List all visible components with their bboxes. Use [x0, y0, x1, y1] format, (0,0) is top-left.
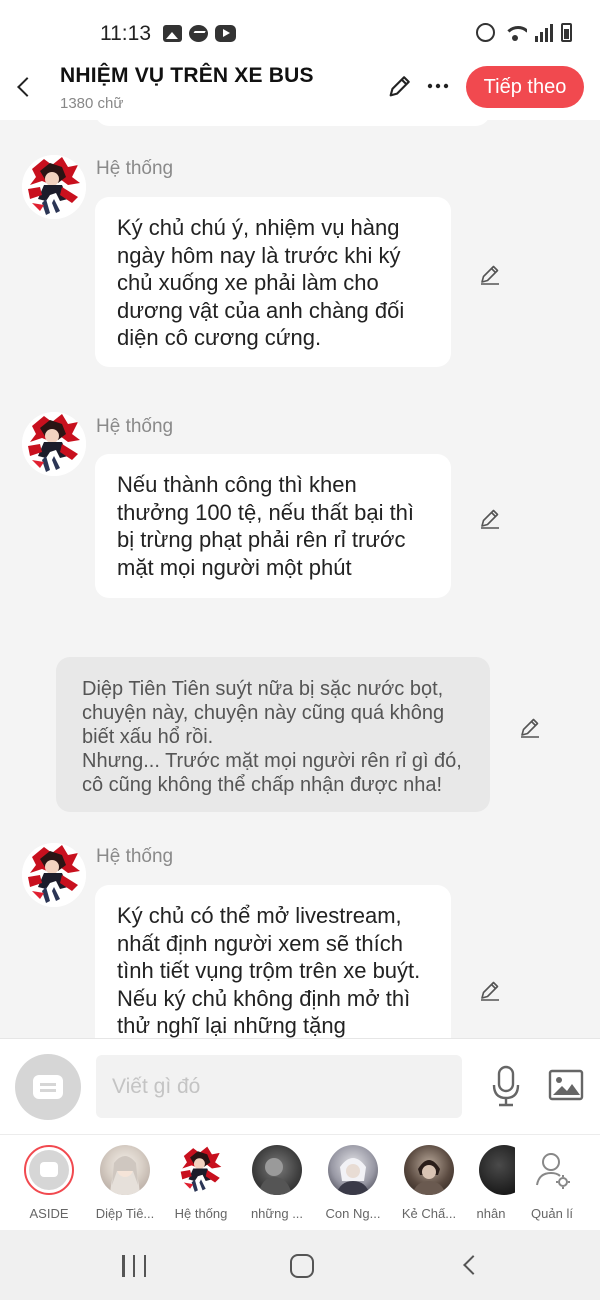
character-avatar	[252, 1145, 302, 1195]
notification-icons	[163, 25, 236, 42]
edit-icon[interactable]	[478, 978, 502, 1002]
status-bar: 11:13	[0, 0, 600, 62]
system-navigation-bar	[0, 1230, 600, 1300]
character-nhung[interactable]: những ...	[239, 1145, 315, 1221]
character-avatar	[404, 1145, 454, 1195]
manage-characters-button[interactable]: Quản lí	[514, 1145, 590, 1221]
alarm-icon	[476, 23, 495, 42]
character-selector: ASIDE Diệp Tiê... Hệ thống những ... Con…	[0, 1134, 600, 1230]
app-screen: 11:13 NHIỆM VỤ TRÊN XE BUS 1380 chữ Tiếp…	[0, 0, 600, 1300]
voice-input-button[interactable]	[490, 1065, 522, 1107]
back-button[interactable]	[14, 70, 37, 104]
sender-name: Hệ thống	[96, 846, 174, 867]
message-bubble[interactable]: Ký chủ có thể mở livestream, nhất định n…	[95, 885, 451, 1038]
character-label: Hệ thống	[174, 1206, 228, 1221]
insert-image-button[interactable]	[548, 1069, 584, 1101]
character-label: Kẻ Chấ...	[401, 1206, 457, 1221]
home-button[interactable]	[290, 1254, 314, 1278]
message-bubble[interactable]: Ký chủ chú ý, nhiệm vụ hàng ngày hôm nay…	[95, 197, 451, 367]
story-header: NHIỆM VỤ TRÊN XE BUS 1380 chữ Tiếp theo	[0, 62, 600, 120]
previous-message-bubble	[95, 120, 490, 126]
sender-name: Hệ thống	[96, 158, 174, 179]
chevron-left-icon	[17, 77, 37, 97]
character-label: Quản lí	[531, 1206, 573, 1221]
system-back-button[interactable]	[463, 1255, 483, 1275]
pen-icon	[389, 76, 410, 97]
youtube-notification-icon	[215, 25, 236, 42]
character-con-ng[interactable]: Con Ng...	[315, 1145, 391, 1221]
avatar[interactable]	[22, 412, 86, 476]
wifi-icon	[503, 23, 527, 42]
system-avatar-image	[22, 155, 86, 219]
character-aside[interactable]: ASIDE	[11, 1145, 87, 1221]
system-icons	[476, 23, 572, 42]
recent-apps-button[interactable]	[122, 1255, 146, 1277]
signal-icon	[535, 23, 553, 42]
image-icon	[548, 1069, 584, 1101]
aside-card-icon	[33, 1075, 63, 1099]
word-count: 1380 chữ	[60, 95, 124, 112]
edit-icon[interactable]	[478, 506, 502, 530]
character-avatar	[176, 1145, 226, 1195]
character-label: Con Ng...	[325, 1206, 381, 1221]
next-button[interactable]: Tiếp theo	[466, 66, 584, 108]
character-he-thong[interactable]: Hệ thống	[163, 1145, 239, 1221]
messenger-notification-icon	[189, 25, 208, 42]
system-avatar-image	[22, 412, 86, 476]
more-icon	[427, 83, 449, 89]
character-label: ASIDE	[29, 1206, 69, 1221]
edit-title-button[interactable]	[386, 72, 414, 100]
gallery-notification-icon	[163, 25, 182, 42]
message-input[interactable]	[96, 1055, 462, 1118]
character-diep-tien[interactable]: Diệp Tiê...	[87, 1145, 163, 1221]
avatar[interactable]	[22, 843, 86, 907]
chat-scroll-area[interactable]: Hệ thống Ký chủ chú ý, nhiệm vụ hàng ngà…	[0, 120, 600, 1038]
status-time: 11:13	[100, 22, 151, 45]
character-label: nhân	[476, 1206, 506, 1221]
character-ke-cha[interactable]: Kẻ Chấ...	[391, 1145, 467, 1221]
microphone-icon	[492, 1065, 520, 1107]
system-avatar-image	[22, 843, 86, 907]
more-options-button[interactable]	[425, 72, 451, 100]
user-settings-icon	[536, 1153, 570, 1189]
sender-name: Hệ thống	[96, 416, 174, 437]
character-label: những ...	[250, 1206, 304, 1221]
manage-icon-wrap	[527, 1145, 577, 1195]
character-label: Diệp Tiê...	[95, 1206, 155, 1221]
composer-bar	[0, 1038, 600, 1134]
aside-avatar	[24, 1145, 74, 1195]
character-nhan[interactable]: nhân	[467, 1145, 515, 1221]
edit-icon[interactable]	[478, 262, 502, 286]
character-avatar	[100, 1145, 150, 1195]
battery-icon	[561, 23, 572, 42]
narration-bubble[interactable]: Diệp Tiên Tiên suýt nữa bị sặc nước bọt,…	[56, 657, 490, 812]
character-avatar	[328, 1145, 378, 1195]
message-bubble[interactable]: Nếu thành công thì khen thưởng 100 tệ, n…	[95, 454, 451, 598]
aside-toggle-button[interactable]	[15, 1054, 81, 1120]
edit-icon[interactable]	[518, 715, 542, 739]
story-title: NHIỆM VỤ TRÊN XE BUS	[60, 64, 314, 87]
avatar[interactable]	[22, 155, 86, 219]
character-avatar	[479, 1145, 515, 1195]
